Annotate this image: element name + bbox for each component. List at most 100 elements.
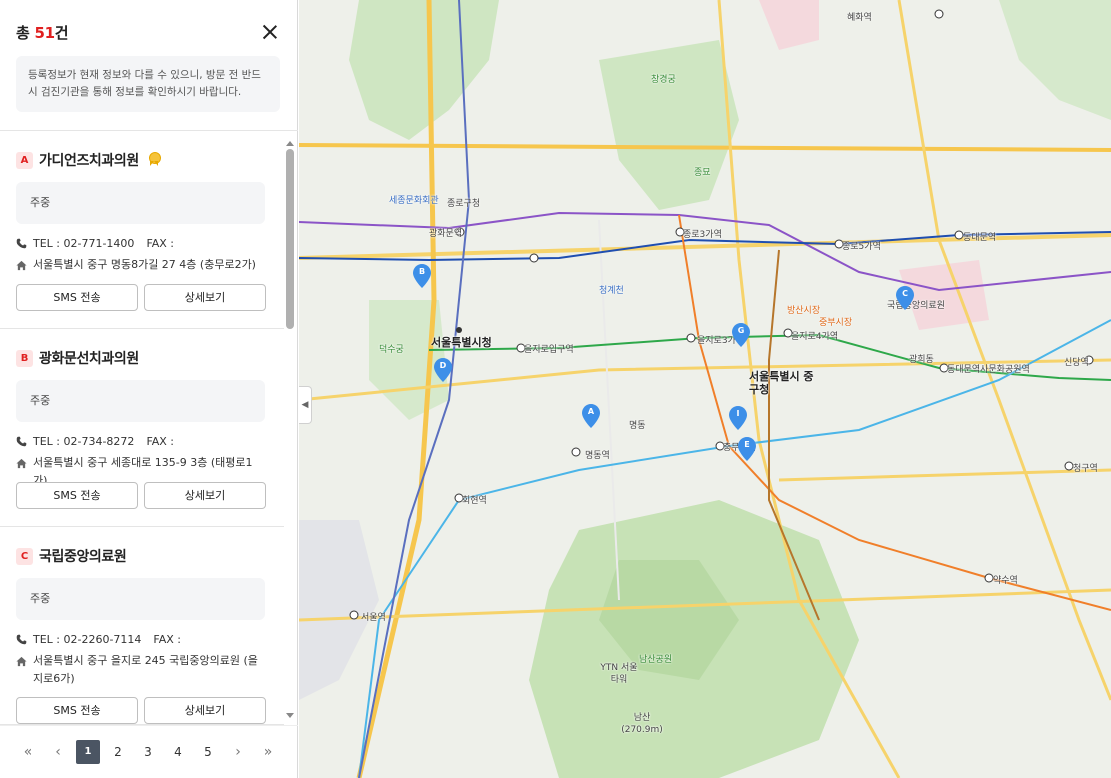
- address-row: 서울특별시 중구 을지로 245 국립중앙의료원 (을지로6가): [16, 652, 266, 688]
- fax-text: FAX :: [146, 435, 175, 448]
- sms-button[interactable]: SMS 전송: [16, 697, 138, 724]
- pin-letter: B: [418, 267, 426, 276]
- clinic-header[interactable]: A 가디언즈치과의원: [16, 150, 161, 170]
- home-icon: [16, 656, 27, 667]
- clinic-name[interactable]: 광화문선치과의원: [39, 348, 139, 368]
- clinic-header[interactable]: B 광화문선치과의원: [16, 348, 139, 368]
- page-button-current[interactable]: 1: [76, 740, 100, 764]
- map-label-yaksu: 약수역: [993, 576, 1018, 586]
- results-panel: 총 51건 등록정보가 현재 정보와 다를 수 있으니, 방문 전 반드시 검진…: [0, 0, 298, 778]
- detail-button[interactable]: 상세보기: [144, 284, 266, 311]
- clinic-list[interactable]: A 가디언즈치과의원 주중 TEL : 02-771-1400 FAX : 서울…: [0, 131, 284, 725]
- address-text: 서울특별시 중구 명동8가길 27 4층 (충무로2가): [33, 258, 256, 271]
- map-label-ddp-station: 동대문역사문화공원역: [947, 365, 1030, 375]
- pagination: « ‹ 1 2 3 4 5 › »: [0, 725, 298, 778]
- map-label-hoehyeon: 회현역: [462, 496, 487, 506]
- station-marker[interactable]: [349, 610, 359, 620]
- map-pin-i[interactable]: I: [729, 406, 747, 430]
- station-marker[interactable]: [529, 253, 539, 263]
- pin-letter: A: [587, 407, 595, 416]
- page-button[interactable]: 4: [163, 740, 193, 764]
- clinic-item[interactable]: A 가디언즈치과의원 주중 TEL : 02-771-1400 FAX : 서울…: [0, 131, 284, 329]
- map-pin-d[interactable]: D: [434, 358, 452, 382]
- scroll-down-arrow-icon[interactable]: [286, 713, 294, 718]
- clinic-item[interactable]: C 국립중앙의료원 주중 TEL : 02-2260-7114 FAX : 서울…: [0, 527, 284, 725]
- map-label-gwanghwamun: 광화문역: [429, 229, 463, 239]
- tel-row: TEL : 02-734-8272 FAX :: [16, 435, 174, 448]
- next-page-button[interactable]: ›: [223, 740, 253, 764]
- results-count: 51: [34, 24, 55, 42]
- map-view[interactable]: ◀ 서울특별시청 서울특별시 중구청 종로구청 을지로입구역 을지로3가역 을지…: [299, 0, 1111, 778]
- scrollbar-thumb[interactable]: [286, 149, 294, 329]
- detail-button[interactable]: 상세보기: [144, 697, 266, 724]
- map-label-jongno5: 종로5가역: [842, 242, 881, 252]
- prev-page-button[interactable]: ‹: [43, 740, 73, 764]
- map-label-sindang: 신당역: [1064, 358, 1089, 368]
- page-button[interactable]: 5: [193, 740, 223, 764]
- button-row: SMS 전송 상세보기: [16, 482, 266, 509]
- map-canvas[interactable]: [299, 0, 1111, 778]
- detail-button[interactable]: 상세보기: [144, 482, 266, 509]
- map-pin-a[interactable]: A: [582, 404, 600, 428]
- station-marker[interactable]: [934, 9, 944, 19]
- results-title: 총 51건: [16, 22, 69, 43]
- clinic-name[interactable]: 가디언즈치과의원: [39, 150, 139, 170]
- tel-text: TEL : 02-734-8272: [33, 435, 135, 448]
- map-label-junggu-office: 서울특별시 중구청: [749, 370, 814, 396]
- clinic-name[interactable]: 국립중앙의료원: [39, 546, 127, 566]
- map-label-euljiro4: 을지로4가역: [791, 332, 839, 342]
- home-icon: [16, 260, 27, 271]
- station-marker[interactable]: [954, 230, 964, 240]
- clinic-item[interactable]: B 광화문선치과의원 주중 TEL : 02-734-8272 FAX : 서울…: [0, 329, 284, 527]
- pin-letter: D: [439, 361, 447, 370]
- scroll-up-arrow-icon[interactable]: [286, 141, 294, 146]
- map-pin-e[interactable]: E: [738, 437, 756, 461]
- station-marker[interactable]: [984, 573, 994, 583]
- sms-button[interactable]: SMS 전송: [16, 482, 138, 509]
- marker-badge: A: [16, 151, 33, 169]
- tel-text: TEL : 02-771-1400: [33, 237, 135, 250]
- map-label-city-hall: 서울특별시청: [431, 336, 492, 349]
- pin-letter: I: [736, 409, 740, 418]
- station-marker[interactable]: [1064, 461, 1074, 471]
- map-label-myeongdong-station: 명동역: [585, 451, 610, 461]
- title-prefix: 총: [16, 24, 35, 42]
- last-page-button[interactable]: »: [253, 740, 283, 764]
- phone-icon: [16, 634, 27, 645]
- map-label-namsan-peak: 남산 (270.9m): [621, 713, 663, 735]
- scrollbar[interactable]: [285, 131, 295, 725]
- first-page-button[interactable]: «: [13, 740, 43, 764]
- city-hall-marker: [456, 327, 462, 333]
- road: [778, 468, 1111, 482]
- map-label-jongno-office: 종로구청: [447, 199, 481, 209]
- app-root: 총 51건 등록정보가 현재 정보와 다를 수 있으니, 방문 전 반드시 검진…: [0, 0, 1111, 778]
- map-label-seoul-station: 서울역: [361, 613, 386, 623]
- park-area: [999, 0, 1111, 120]
- tel-text: TEL : 02-2260-7114: [33, 633, 142, 646]
- map-label-deoksugung: 덕수궁: [379, 345, 404, 355]
- pin-letter: G: [737, 326, 745, 335]
- close-icon[interactable]: [262, 24, 278, 40]
- map-label-gwanghui: 광희동: [909, 355, 934, 365]
- clinic-header[interactable]: C 국립중앙의료원: [16, 546, 127, 566]
- address-text: 서울특별시 중구 을지로 245 국립중앙의료원 (을지로6가): [33, 654, 258, 685]
- map-pin-g[interactable]: G: [732, 323, 750, 347]
- station-marker[interactable]: [571, 447, 581, 457]
- tel-row: TEL : 02-771-1400 FAX :: [16, 237, 174, 250]
- collapse-panel-button[interactable]: ◀: [299, 386, 312, 424]
- map-pin-c[interactable]: C: [896, 286, 914, 310]
- station-marker[interactable]: [686, 333, 696, 343]
- sms-button[interactable]: SMS 전송: [16, 284, 138, 311]
- map-label-jungbu-market: 중부시장: [819, 318, 853, 328]
- map-label-cheonggyecheon: 청계천: [599, 286, 624, 296]
- medal-icon: [147, 152, 161, 168]
- marker-badge: B: [16, 349, 33, 367]
- notice-box: 등록정보가 현재 정보와 다를 수 있으니, 방문 전 반드시 검진기관을 통해…: [16, 56, 280, 112]
- page-button[interactable]: 2: [103, 740, 133, 764]
- page-button[interactable]: 3: [133, 740, 163, 764]
- map-label-euljiro1: 을지로입구역: [524, 345, 574, 355]
- map-label-ytn-tower: YTN 서울타워: [600, 663, 638, 685]
- map-pin-b[interactable]: B: [413, 264, 431, 288]
- pin-letter: E: [744, 440, 750, 449]
- address-row: 서울특별시 중구 명동8가길 27 4층 (충무로2가): [16, 256, 266, 274]
